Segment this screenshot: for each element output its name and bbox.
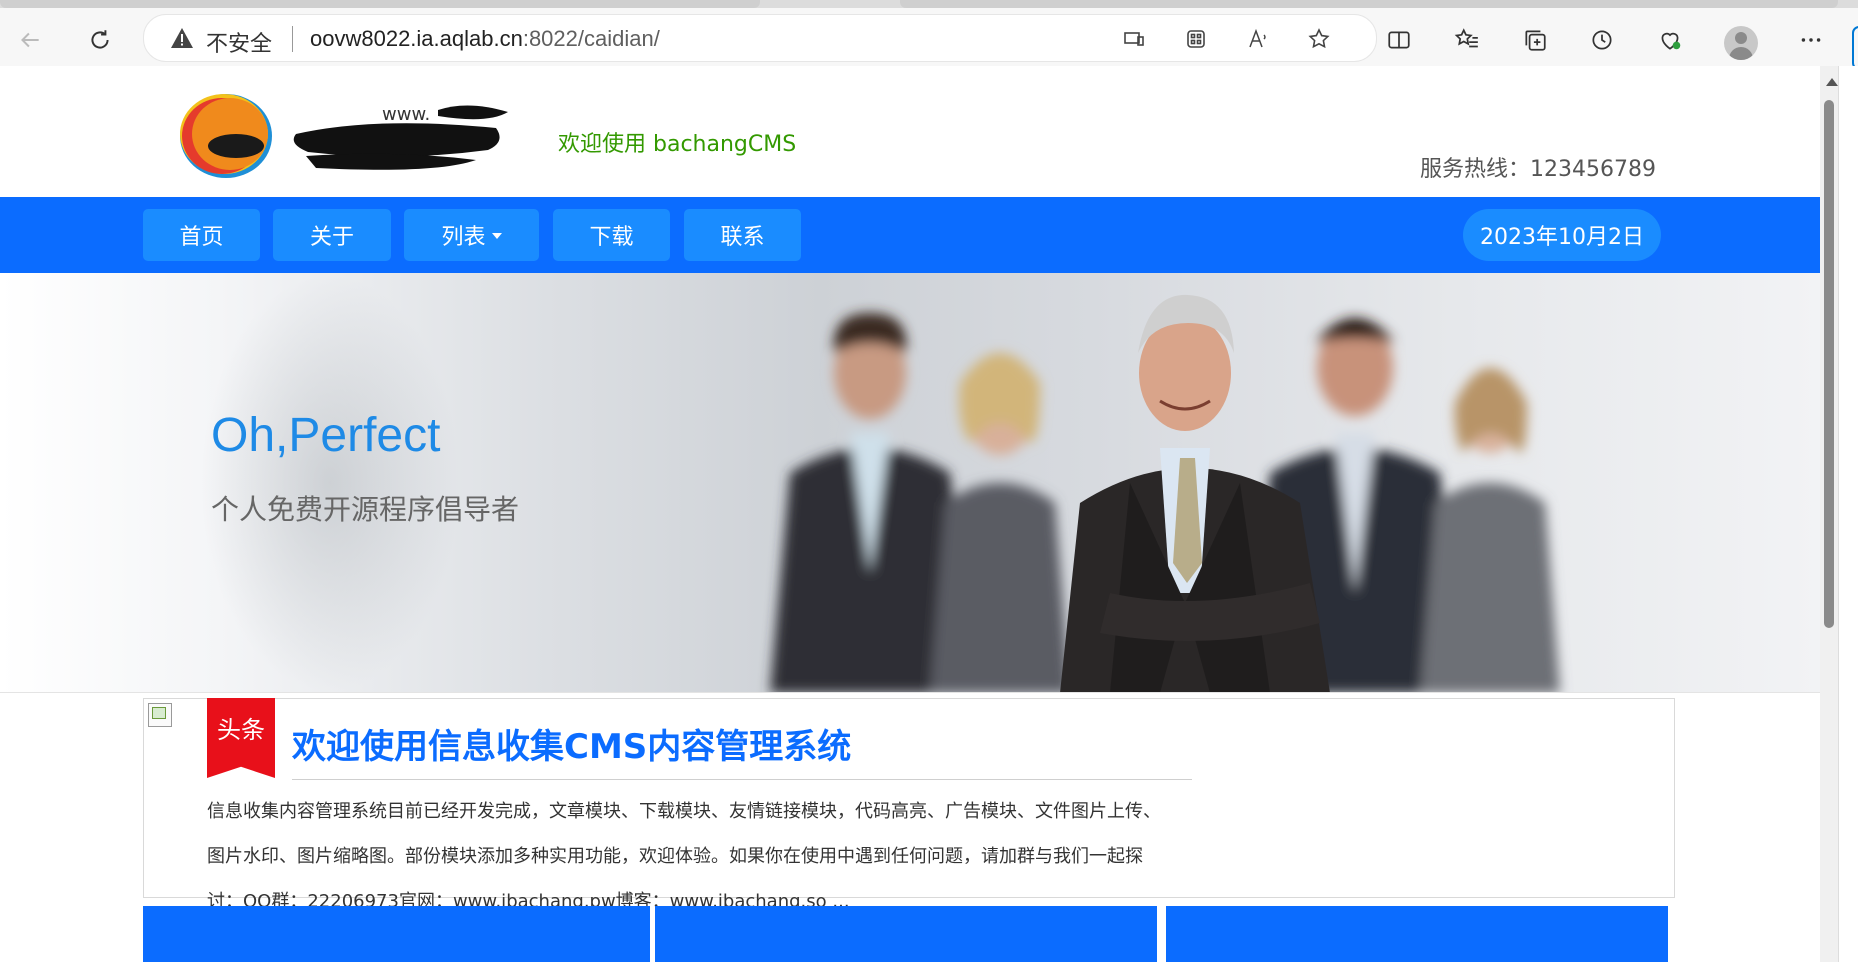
article-summary: 信息收集内容管理系统目前已经开发完成，文章模块、下载模块、友情链接模块，代码高亮…: [207, 801, 1161, 912]
logo-text: www.: [382, 104, 430, 125]
back-icon[interactable]: [12, 22, 48, 58]
history-icon[interactable]: [1586, 24, 1618, 56]
nav-list-dropdown[interactable]: 列表: [404, 209, 539, 261]
site-logo[interactable]: www.: [176, 88, 526, 184]
section-header-2: [655, 906, 1157, 962]
nav-about-label: 关于: [309, 225, 354, 250]
page-viewport: www. 欢迎使用 bachangCMS 服务热线：123456789 首页 关…: [0, 66, 1820, 962]
date-text: 2023年10月2日: [1480, 225, 1644, 250]
service-hotline: 服务热线：123456789: [1420, 157, 1656, 182]
business-people-image: [770, 294, 1560, 693]
section-divider: [0, 692, 1820, 693]
nav-download-label: 下载: [589, 225, 634, 250]
nav-download[interactable]: 下载: [553, 209, 670, 261]
hero-banner: Oh,Perfect 个人免费开源程序倡导者: [0, 273, 1820, 693]
caret-down-icon: [491, 233, 502, 239]
nav-home[interactable]: 首页: [143, 209, 260, 261]
security-status[interactable]: 不安全: [206, 26, 272, 58]
article-title-rule: [292, 779, 1192, 780]
read-aloud-icon[interactable]: [1244, 25, 1272, 53]
cast-icon[interactable]: [1120, 25, 1148, 53]
hero-title: Oh,Perfect: [211, 409, 441, 462]
hero-background-blur: [200, 273, 460, 693]
refresh-icon[interactable]: [82, 22, 118, 58]
tab-strip: [0, 0, 1858, 8]
split-screen-icon[interactable]: [1383, 24, 1415, 56]
headline-badge: 头条: [207, 698, 275, 778]
profile-avatar[interactable]: [1724, 26, 1758, 60]
apps-icon[interactable]: [1182, 25, 1210, 53]
collections-icon[interactable]: [1519, 24, 1551, 56]
url-text[interactable]: oovw8022.ia.aqlab.cn:8022/caidian/: [310, 26, 660, 52]
favorite-star-icon[interactable]: [1305, 25, 1333, 53]
hero-subtitle: 个人免费开源程序倡导者: [211, 493, 520, 526]
welcome-text: 欢迎使用 bachangCMS: [558, 132, 797, 157]
broken-image-icon: [148, 703, 172, 727]
url-host: oovw8022.ia.aqlab.cn: [310, 26, 523, 51]
scroll-up-arrow-icon[interactable]: [1826, 78, 1838, 86]
nav-contact[interactable]: 联系: [684, 209, 801, 261]
section-header-3: [1166, 906, 1668, 962]
nav-list-label: 列表: [441, 225, 486, 250]
favorites-icon[interactable]: [1451, 24, 1483, 56]
tab-inactive[interactable]: [900, 0, 1838, 8]
url-path: :8022/caidian/: [522, 26, 660, 51]
address-divider: [292, 26, 293, 52]
nav-contact-label: 联系: [720, 225, 765, 250]
browser-essentials-icon[interactable]: [1654, 24, 1686, 56]
nav-about[interactable]: 关于: [273, 209, 391, 261]
more-menu-icon[interactable]: [1795, 24, 1827, 56]
main-navbar: 首页 关于 列表 下载 联系 2023年10月2日: [0, 197, 1820, 273]
date-badge: 2023年10月2日: [1463, 209, 1661, 261]
warning-icon[interactable]: [170, 27, 194, 49]
nav-home-label: 首页: [179, 225, 224, 250]
headline-article-card: 头条 欢迎使用信息收集CMS内容管理系统 信息收集内容管理系统目前已经开发完成，…: [143, 698, 1675, 912]
copilot-icon[interactable]: [1852, 26, 1858, 70]
section-header-1: [143, 906, 650, 962]
article-title[interactable]: 欢迎使用信息收集CMS内容管理系统: [292, 719, 851, 768]
address-bar[interactable]: 不安全 oovw8022.ia.aqlab.cn:8022/caidian/: [143, 14, 1377, 62]
side-panel-edge: [1838, 66, 1858, 962]
tab-inactive[interactable]: [0, 0, 760, 8]
scrollbar-thumb[interactable]: [1824, 100, 1834, 628]
browser-toolbar: 不安全 oovw8022.ia.aqlab.cn:8022/caidian/: [0, 8, 1858, 70]
